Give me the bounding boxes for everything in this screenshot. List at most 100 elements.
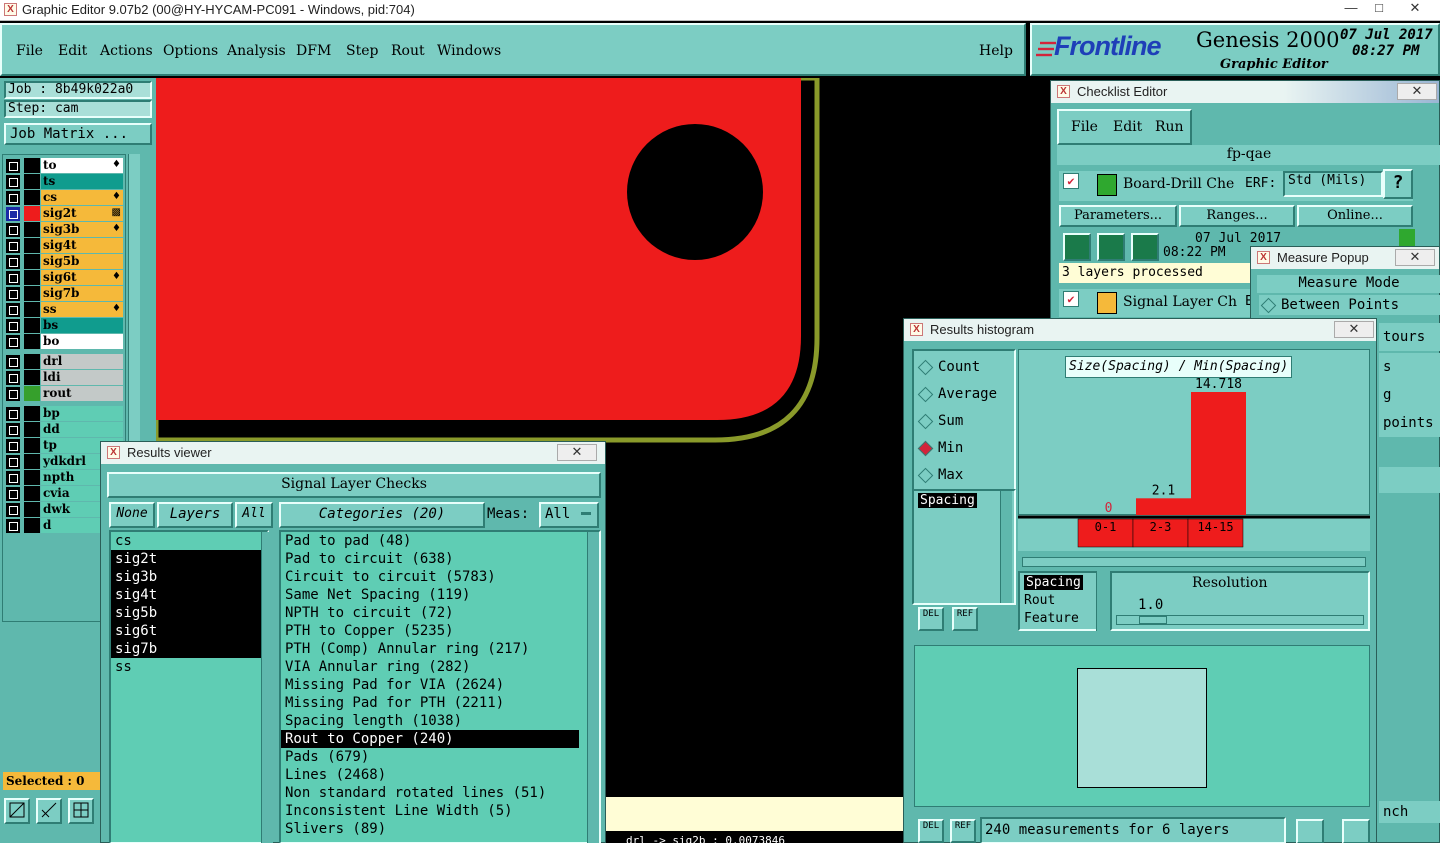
measure-field[interactable] — [1379, 467, 1440, 493]
layer-color-swatch[interactable] — [24, 502, 40, 517]
layer-color-swatch[interactable] — [24, 318, 40, 333]
layer-checkbox[interactable] — [6, 335, 20, 349]
layer-row-drl[interactable]: drl — [6, 354, 124, 369]
category-item[interactable]: Rout to Copper (240) — [281, 730, 579, 748]
all-button[interactable]: All — [235, 502, 273, 528]
menu-actions[interactable]: Actions — [100, 43, 153, 59]
layer-color-swatch[interactable] — [24, 454, 40, 469]
layer-name[interactable]: sig2t ▩ — [41, 206, 123, 221]
layer-color-swatch[interactable] — [24, 206, 40, 221]
layer-name[interactable]: bp — [41, 406, 123, 421]
histogram-bar[interactable] — [1136, 498, 1191, 516]
category-item[interactable]: PTH (Comp) Annular ring (217) — [281, 640, 579, 658]
layer-row-sig2t[interactable]: sig2t ▩ — [6, 206, 124, 221]
layer-row-ts[interactable]: ts — [6, 174, 124, 189]
layer-row-rout[interactable]: rout — [6, 386, 124, 401]
layer-name[interactable]: bo — [41, 334, 123, 349]
layer-name[interactable]: rout — [41, 386, 123, 401]
category-item[interactable]: Pads (679) — [281, 748, 579, 766]
field-scrollbar[interactable] — [1096, 571, 1108, 631]
minimize-button[interactable]: — — [1336, 0, 1366, 18]
parameters-button[interactable]: Parameters... — [1059, 205, 1177, 227]
close-button[interactable]: ✕ — [1400, 0, 1430, 18]
category-item[interactable]: Same Net Spacing (119) — [281, 586, 579, 604]
menu-options[interactable]: Options — [163, 43, 218, 59]
ranges-button[interactable]: Ranges... — [1179, 205, 1295, 227]
menu-rout[interactable]: Rout — [391, 43, 425, 59]
layer-color-swatch[interactable] — [24, 334, 40, 349]
layer-checkbox[interactable] — [6, 239, 20, 253]
del-button[interactable]: DEL — [918, 607, 944, 631]
layer-checkbox[interactable] — [6, 175, 20, 189]
layer-name[interactable]: ts — [41, 174, 123, 189]
layer-row-bo[interactable]: bo — [6, 334, 124, 349]
layer-result-item[interactable]: ss — [111, 658, 263, 676]
menu-file[interactable]: File — [16, 43, 43, 59]
run-selected-icon[interactable] — [1097, 233, 1125, 261]
category-item[interactable]: Slivers (89) — [281, 820, 579, 838]
maximize-button[interactable]: □ — [1364, 0, 1394, 18]
layer-color-swatch[interactable] — [24, 386, 40, 401]
layer-color-swatch[interactable] — [24, 238, 40, 253]
hist-mode-min[interactable]: Min — [916, 438, 1026, 458]
layer-name[interactable]: sig6t ♦ — [41, 270, 123, 285]
layer-checkbox[interactable] — [6, 287, 20, 301]
layer-color-swatch[interactable] — [24, 370, 40, 385]
check-item-1-checkbox[interactable]: ✔ — [1063, 173, 1079, 189]
category-item[interactable]: Non standard rotated lines (51) — [281, 784, 579, 802]
layer-name[interactable]: ldi — [41, 370, 123, 385]
measure-list-scrollbar[interactable] — [1000, 491, 1012, 603]
layer-color-swatch[interactable] — [24, 470, 40, 485]
layer-result-item[interactable]: sig2t — [111, 550, 263, 568]
layer-color-swatch[interactable] — [24, 438, 40, 453]
layer-row-sig6t[interactable]: sig6t ♦ — [6, 270, 124, 285]
category-item[interactable]: Missing Pad for VIA (2624) — [281, 676, 579, 694]
layer-checkbox[interactable] — [6, 355, 20, 369]
layer-color-swatch[interactable] — [24, 158, 40, 173]
menu-analysis[interactable]: Analysis — [227, 43, 286, 59]
layer-result-item[interactable]: sig3b — [111, 568, 263, 586]
field-feature[interactable]: Feature — [1024, 611, 1079, 626]
histogram-close-button[interactable]: ✕ — [1334, 321, 1374, 338]
layer-checkbox[interactable] — [6, 319, 20, 333]
ref-button[interactable]: REF — [952, 607, 978, 631]
layer-checkbox[interactable] — [6, 519, 20, 533]
ref-button-2[interactable]: REF — [950, 819, 976, 843]
layer-checkbox[interactable] — [6, 487, 20, 501]
run-results-icon[interactable] — [1131, 233, 1159, 261]
grid-tool-icon[interactable] — [68, 798, 94, 824]
layer-checkbox[interactable] — [6, 191, 20, 205]
layer-row-sig5b[interactable]: sig5b — [6, 254, 124, 269]
hist-mode-count[interactable]: Count — [916, 357, 1026, 377]
category-item[interactable]: VIA Annular ring (282) — [281, 658, 579, 676]
layer-color-swatch[interactable] — [24, 286, 40, 301]
layer-checkbox[interactable] — [6, 255, 20, 269]
layer-row-sig3b[interactable]: sig3b ♦ — [6, 222, 124, 237]
layer-checkbox[interactable] — [6, 371, 20, 385]
export-icon[interactable] — [1296, 819, 1324, 843]
layer-checkbox[interactable] — [6, 455, 20, 469]
category-item[interactable]: Pad to pad (48) — [281, 532, 579, 550]
category-scrollbar[interactable] — [587, 532, 599, 843]
category-item[interactable]: Inconsistent Line Width (5) — [281, 802, 579, 820]
layer-row-to[interactable]: to ♦ — [6, 158, 124, 173]
histogram-hscroll[interactable] — [1022, 557, 1366, 567]
layer-result-item[interactable]: sig5b — [111, 604, 263, 622]
layer-checkbox[interactable] — [6, 387, 20, 401]
online-button[interactable]: Online... — [1297, 205, 1413, 227]
layer-row-cs[interactable]: cs ♦ — [6, 190, 124, 205]
meas-dropdown[interactable]: All — [539, 502, 599, 528]
hist-mode-max[interactable]: Max — [916, 465, 1026, 485]
menu-windows[interactable]: Windows — [437, 43, 501, 59]
measure-option-points[interactable]: points — [1379, 409, 1440, 437]
run-icon[interactable] — [1063, 233, 1091, 261]
category-item[interactable]: Circuit to circuit (5783) — [281, 568, 579, 586]
layer-color-swatch[interactable] — [24, 486, 40, 501]
layer-color-swatch[interactable] — [24, 406, 40, 421]
categories-button[interactable]: Categories (20) — [279, 502, 485, 528]
layer-name[interactable]: bs — [41, 318, 123, 333]
measure-tool-icon[interactable] — [36, 798, 62, 824]
menu-edit[interactable]: Edit — [58, 43, 87, 59]
category-item[interactable]: PTH to Copper (5235) — [281, 622, 579, 640]
refresh-icon[interactable] — [1342, 819, 1370, 843]
